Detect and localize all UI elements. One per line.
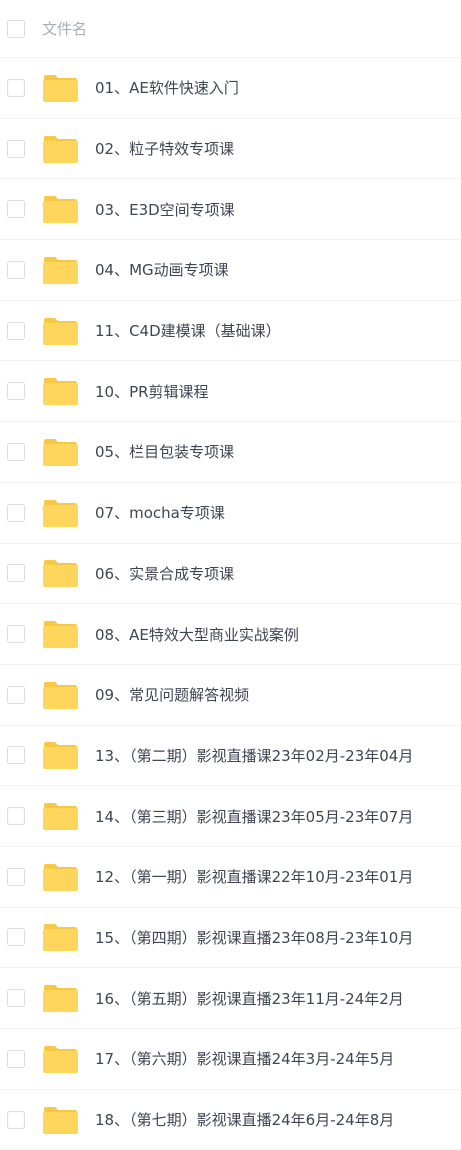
row-checkbox[interactable] — [7, 867, 25, 886]
folder-icon — [43, 742, 78, 770]
file-row[interactable]: 02、粒子特效专项课 — [0, 119, 461, 180]
file-name[interactable]: 11、C4D建模课（基础课） — [95, 320, 281, 341]
row-checkbox[interactable] — [7, 260, 25, 279]
folder-icon — [43, 621, 78, 649]
folder-icon — [43, 74, 78, 102]
folder-icon — [43, 317, 78, 345]
folder-icon — [43, 803, 78, 831]
column-header-filename[interactable]: 文件名 — [42, 18, 87, 39]
file-name[interactable]: 15、（第四期）影视课直播23年08月-23年10月 — [95, 927, 413, 948]
file-row[interactable]: 03、E3D空间专项课 — [0, 179, 461, 241]
file-name[interactable]: 09、常见问题解答视频 — [95, 684, 249, 705]
file-name[interactable]: 03、E3D空间专项课 — [95, 199, 235, 220]
folder-icon — [43, 863, 78, 891]
row-checkbox[interactable] — [7, 1049, 25, 1068]
file-row[interactable]: 17、（第六期）影视课直播24年3月-24年5月 — [0, 1029, 461, 1090]
file-row[interactable]: 05、栏目包装专项课 — [0, 422, 461, 483]
select-all-checkbox[interactable] — [7, 19, 25, 38]
file-row[interactable]: 06、实景合成专项课 — [0, 544, 461, 605]
folder-icon — [43, 256, 78, 284]
row-checkbox[interactable] — [7, 503, 25, 522]
folder-icon — [43, 378, 78, 406]
file-row[interactable]: 11、C4D建模课（基础课） — [0, 301, 461, 362]
folder-icon — [43, 1045, 78, 1073]
row-checkbox[interactable] — [7, 625, 25, 644]
row-checkbox[interactable] — [7, 1110, 25, 1129]
row-checkbox[interactable] — [7, 200, 25, 219]
file-row[interactable]: 18、（第七期）影视课直播24年6月-24年8月 — [0, 1090, 461, 1150]
folder-icon — [43, 681, 78, 709]
row-checkbox[interactable] — [7, 139, 25, 158]
file-row[interactable]: 09、常见问题解答视频 — [0, 665, 461, 726]
row-checkbox[interactable] — [7, 382, 25, 401]
folder-icon — [43, 438, 78, 466]
file-name[interactable]: 13、（第二期）影视直播课23年02月-23年04月 — [95, 745, 413, 766]
folder-icon — [43, 1106, 78, 1134]
file-list-header: 文件名 — [0, 0, 461, 58]
file-row[interactable]: 08、AE特效大型商业实战案例 — [0, 604, 461, 665]
folder-icon — [43, 499, 78, 527]
file-name[interactable]: 05、栏目包装专项课 — [95, 441, 234, 462]
row-checkbox[interactable] — [7, 928, 25, 947]
file-row[interactable]: 10、PR剪辑课程 — [0, 361, 461, 423]
file-name[interactable]: 04、MG动画专项课 — [95, 259, 229, 280]
file-row[interactable]: 13、（第二期）影视直播课23年02月-23年04月 — [0, 726, 461, 787]
file-name[interactable]: 08、AE特效大型商业实战案例 — [95, 624, 299, 645]
row-checkbox[interactable] — [7, 321, 25, 340]
file-row[interactable]: 15、（第四期）影视课直播23年08月-23年10月 — [0, 908, 461, 969]
row-checkbox[interactable] — [7, 685, 25, 704]
file-row[interactable]: 14、（第三期）影视直播课23年05月-23年07月 — [0, 786, 461, 847]
file-list: 文件名 01、AE软件快速入门 02、粒子特效专项课 03、E3D空间专项课 04、M… — [0, 0, 461, 1150]
file-name[interactable]: 02、粒子特效专项课 — [95, 138, 234, 159]
file-name[interactable]: 16、（第五期）影视课直播23年11月-24年2月 — [95, 988, 404, 1009]
row-checkbox[interactable] — [7, 78, 25, 97]
file-name[interactable]: 12、（第一期）影视直播课22年10月-23年01月 — [95, 866, 413, 887]
row-checkbox[interactable] — [7, 442, 25, 461]
file-row[interactable]: 12、（第一期）影视直播课22年10月-23年01月 — [0, 847, 461, 908]
file-name[interactable]: 10、PR剪辑课程 — [95, 381, 209, 402]
row-checkbox[interactable] — [7, 564, 25, 583]
file-row[interactable]: 07、mocha专项课 — [0, 483, 461, 544]
file-name[interactable]: 17、（第六期）影视课直播24年3月-24年5月 — [95, 1048, 394, 1069]
folder-icon — [43, 560, 78, 588]
file-name[interactable]: 18、（第七期）影视课直播24年6月-24年8月 — [95, 1109, 394, 1130]
folder-icon — [43, 924, 78, 952]
file-name[interactable]: 01、AE软件快速入门 — [95, 77, 239, 98]
file-row[interactable]: 01、AE软件快速入门 — [0, 58, 461, 119]
row-checkbox[interactable] — [7, 807, 25, 826]
file-row[interactable]: 16、（第五期）影视课直播23年11月-24年2月 — [0, 968, 461, 1029]
folder-icon — [43, 196, 78, 224]
folder-icon — [43, 135, 78, 163]
file-name[interactable]: 07、mocha专项课 — [95, 502, 225, 523]
file-rows: 01、AE软件快速入门 02、粒子特效专项课 03、E3D空间专项课 04、MG动画专… — [0, 58, 461, 1150]
file-name[interactable]: 14、（第三期）影视直播课23年05月-23年07月 — [95, 806, 413, 827]
row-checkbox[interactable] — [7, 989, 25, 1008]
file-row[interactable]: 04、MG动画专项课 — [0, 240, 461, 301]
row-checkbox[interactable] — [7, 746, 25, 765]
folder-icon — [43, 985, 78, 1013]
file-name[interactable]: 06、实景合成专项课 — [95, 563, 234, 584]
